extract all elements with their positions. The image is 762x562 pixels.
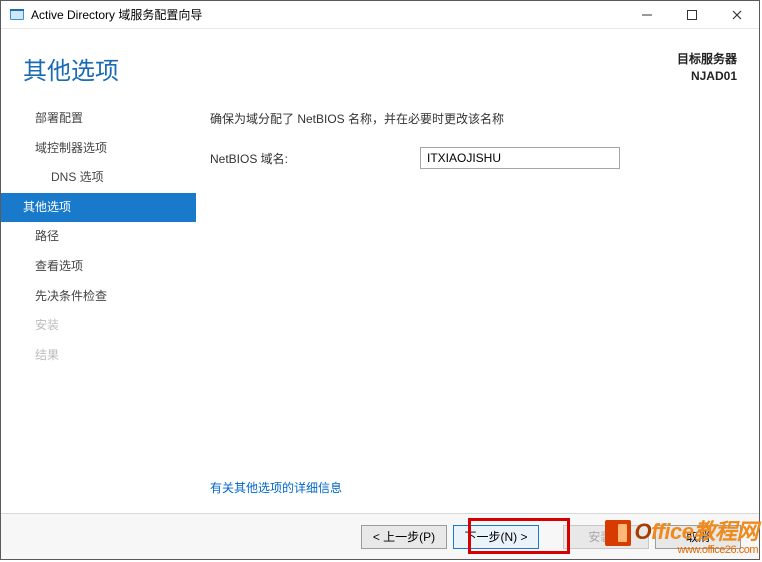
cancel-button[interactable]: 取消 bbox=[655, 525, 741, 549]
sidebar-item-review-options[interactable]: 查看选项 bbox=[1, 252, 196, 282]
close-button[interactable] bbox=[714, 1, 759, 29]
sidebar-item-paths[interactable]: 路径 bbox=[1, 222, 196, 252]
sidebar-item-additional-options[interactable]: 其他选项 bbox=[1, 193, 196, 223]
next-button[interactable]: 下一步(N) > bbox=[453, 525, 539, 549]
previous-button[interactable]: < 上一步(P) bbox=[361, 525, 447, 549]
wizard-window: Active Directory 域服务配置向导 其他选项 目标服务器 NJAD… bbox=[0, 0, 760, 560]
page-title: 其他选项 bbox=[23, 51, 677, 86]
instruction-text: 确保为域分配了 NetBIOS 名称，并在必要时更改该名称 bbox=[210, 110, 739, 127]
sidebar-item-dns-options[interactable]: DNS 选项 bbox=[1, 163, 196, 193]
target-server-box: 目标服务器 NJAD01 bbox=[677, 51, 737, 85]
sidebar-item-deploy-config[interactable]: 部署配置 bbox=[1, 104, 196, 134]
netbios-input[interactable] bbox=[420, 147, 620, 169]
app-icon bbox=[9, 7, 25, 23]
minimize-button[interactable] bbox=[624, 1, 669, 29]
sidebar-item-install: 安装 bbox=[1, 311, 196, 341]
netbios-label: NetBIOS 域名: bbox=[210, 150, 420, 167]
header-row: 其他选项 目标服务器 NJAD01 bbox=[1, 29, 759, 96]
titlebar: Active Directory 域服务配置向导 bbox=[1, 1, 759, 29]
target-server-name: NJAD01 bbox=[677, 68, 737, 85]
netbios-field-row: NetBIOS 域名: bbox=[210, 147, 739, 169]
window-title: Active Directory 域服务配置向导 bbox=[31, 6, 202, 23]
main-panel: 确保为域分配了 NetBIOS 名称，并在必要时更改该名称 NetBIOS 域名… bbox=[196, 96, 759, 513]
sidebar-item-dc-options[interactable]: 域控制器选项 bbox=[1, 134, 196, 164]
content-area: 其他选项 目标服务器 NJAD01 部署配置 域控制器选项 DNS 选项 其他选… bbox=[1, 29, 759, 559]
target-server-label: 目标服务器 bbox=[677, 51, 737, 68]
sidebar-item-results: 结果 bbox=[1, 341, 196, 371]
footer-bar: < 上一步(P) 下一步(N) > 安装(I) 取消 bbox=[1, 513, 759, 559]
sidebar: 部署配置 域控制器选项 DNS 选项 其他选项 路径 查看选项 先决条件检查 安… bbox=[1, 96, 196, 513]
more-info-link[interactable]: 有关其他选项的详细信息 bbox=[210, 479, 739, 496]
maximize-button[interactable] bbox=[669, 1, 714, 29]
sidebar-item-prereq-check[interactable]: 先决条件检查 bbox=[1, 282, 196, 312]
install-button: 安装(I) bbox=[563, 525, 649, 549]
body-row: 部署配置 域控制器选项 DNS 选项 其他选项 路径 查看选项 先决条件检查 安… bbox=[1, 96, 759, 513]
